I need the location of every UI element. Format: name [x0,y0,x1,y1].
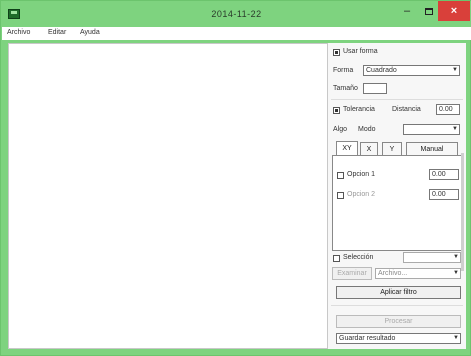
option1-checkbox[interactable] [337,172,344,179]
chevron-down-icon: ▼ [452,126,458,132]
options-panel: Usar forma Forma Cuadrado ▼ Tamaño Toler… [328,43,466,349]
menu-editar[interactable]: Editar [48,29,66,36]
divider [331,305,463,306]
maximize-button[interactable] [420,1,438,21]
menu-archivo[interactable]: Archivo [7,29,30,36]
menu-ayuda[interactable]: Ayuda [80,29,100,36]
tolerance-sub-label: Distancia [392,106,421,113]
tab-manual[interactable]: Manual [406,142,458,156]
option2-checkbox[interactable] [337,192,344,199]
tab-x[interactable]: X [360,142,378,156]
tolerance-input[interactable]: 0.00 [436,104,460,115]
panel-scrollbar[interactable] [461,153,464,271]
output-select[interactable]: Guardar resultado ▼ [336,333,461,344]
option2-label: Opcion 2 [347,191,376,198]
tab-panel: Opcion 1 0.00 Opcion 2 0.00 [332,155,462,251]
tolerance-label: Tolerancia [343,106,375,113]
size-input[interactable] [363,83,387,94]
tab-y[interactable]: Y [382,142,402,156]
file-select[interactable]: Archivo... ▼ [375,268,461,279]
divider [331,99,463,100]
use-shape-checkbox[interactable] [333,49,340,56]
algo-sub-label: Modo [358,126,376,133]
menu-bar: Archivo Editar Ayuda [2,27,471,40]
apply-filter-button[interactable]: Aplicar filtro [336,286,461,299]
chevron-down-icon: ▼ [453,270,459,276]
drawing-canvas[interactable] [8,43,328,349]
use-shape-label: Usar forma [343,48,378,55]
algo-select[interactable]: ▼ [403,124,460,135]
option1-input[interactable]: 0.00 [429,169,459,180]
option1-label: Opcion 1 [347,171,376,178]
tolerance-checkbox[interactable] [333,107,340,114]
file-select-value: Archivo... [378,270,408,277]
output-select-value: Guardar resultado [339,335,396,342]
selection-checkbox[interactable] [333,255,340,262]
minimize-button[interactable]: – [394,1,420,21]
app-window: 2014-11-22 – × Archivo Editar Ayuda Usar… [0,0,471,356]
shape-select-value: Cuadrado [366,67,397,74]
chevron-down-icon: ▼ [453,254,459,260]
selection-select[interactable]: ▼ [403,252,461,263]
tab-xy[interactable]: XY [336,141,358,156]
shape-label: Forma [333,67,354,74]
shape-select[interactable]: Cuadrado ▼ [363,65,460,76]
close-button[interactable]: × [438,1,470,21]
title-bar: 2014-11-22 – × [1,1,471,27]
selection-label: Selección [343,254,374,261]
option2-input[interactable]: 0.00 [429,189,459,200]
maximize-icon [425,8,433,15]
chevron-down-icon: ▼ [452,67,458,73]
size-label: Tamaño [333,85,358,92]
chevron-down-icon: ▼ [453,335,459,341]
browse-button[interactable]: Examinar [332,267,372,280]
process-button[interactable]: Procesar [336,315,461,328]
algo-label: Algo [333,126,348,133]
